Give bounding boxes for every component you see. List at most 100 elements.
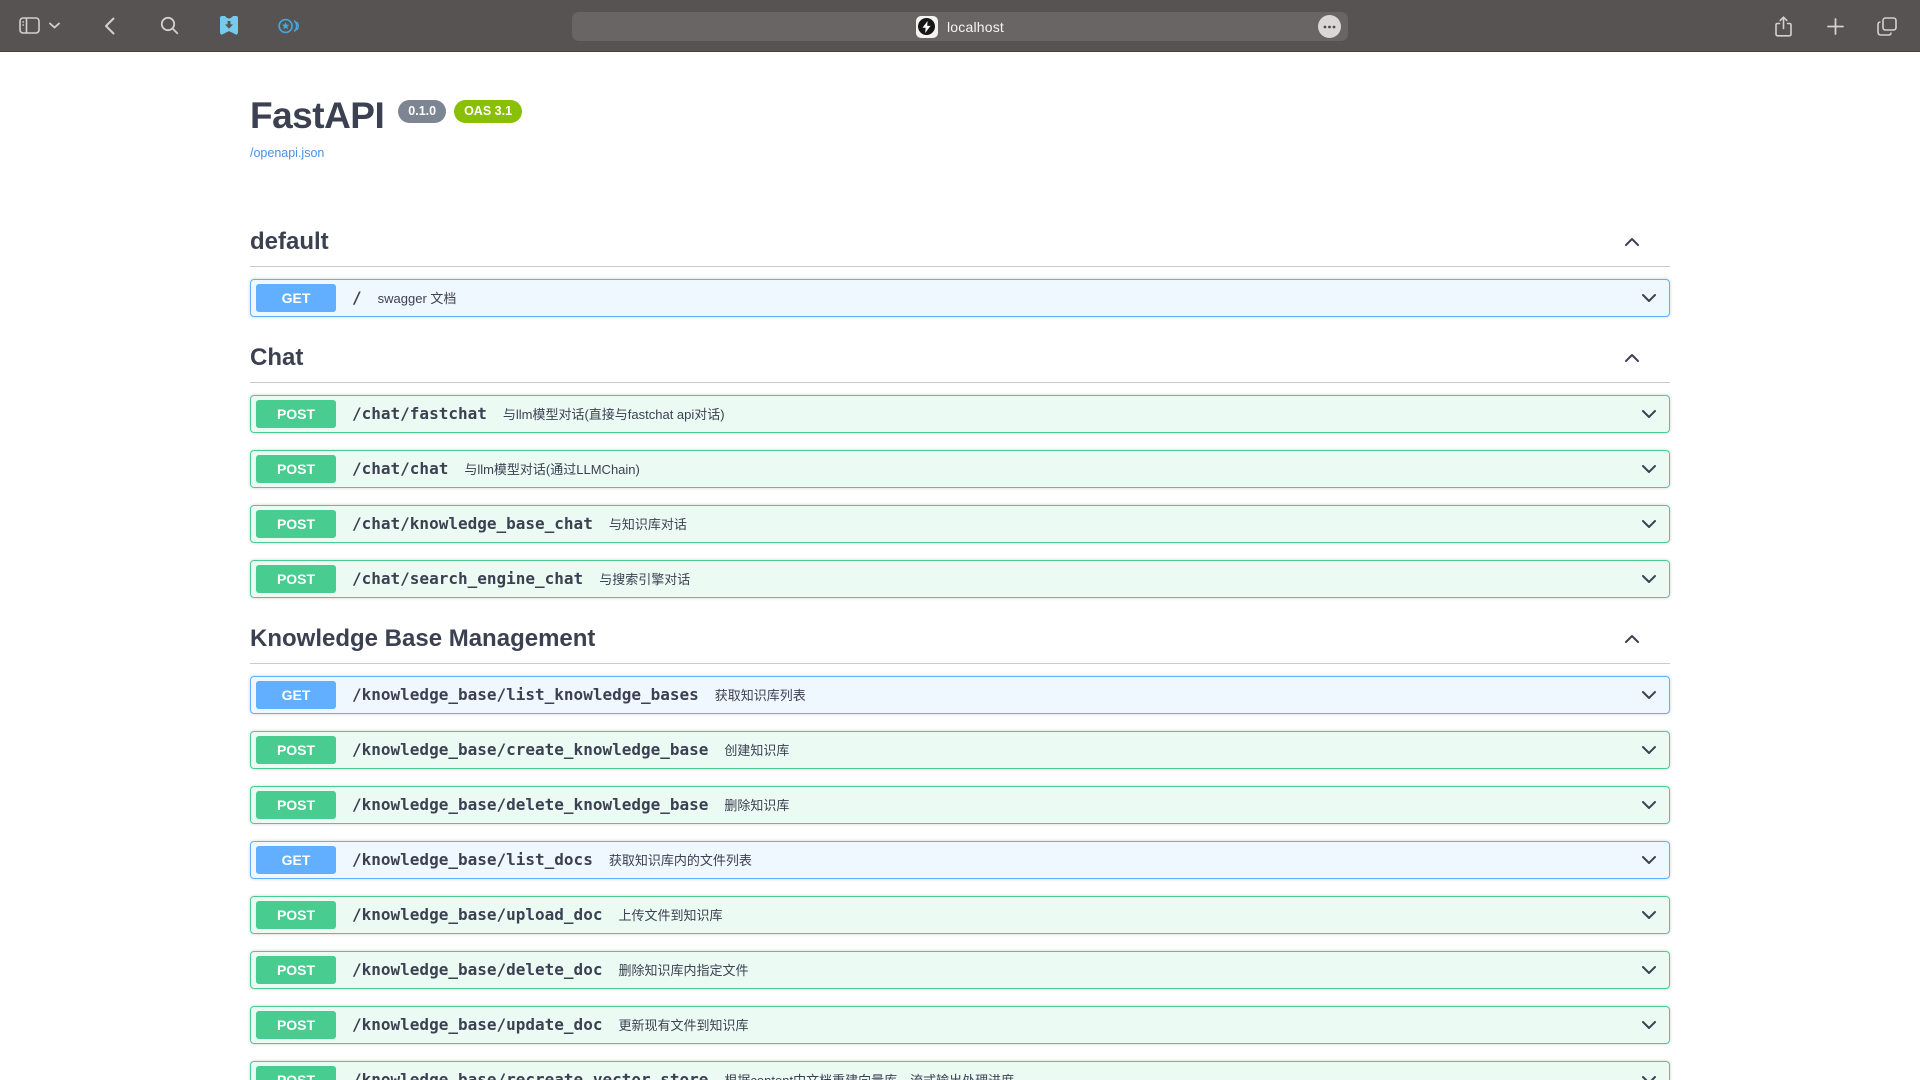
sidebar-toggle-icon[interactable] — [18, 15, 40, 37]
address-bar[interactable]: localhost — [572, 12, 1348, 41]
chevron-down-icon[interactable] — [1638, 684, 1660, 706]
method-badge: POST — [256, 400, 336, 428]
endpoint-path: /knowledge_base/list_docs — [352, 850, 593, 869]
endpoint-path: /chat/chat — [352, 459, 448, 478]
endpoint-description: 与知识库对话 — [609, 514, 687, 533]
method-badge: POST — [256, 736, 336, 764]
method-badge: POST — [256, 1066, 336, 1080]
endpoint-row[interactable]: POST /knowledge_base/upload_doc 上传文件到知识库 — [250, 896, 1670, 934]
endpoint-row[interactable]: POST /chat/search_engine_chat 与搜索引擎对话 — [250, 560, 1670, 598]
openapi-spec-link[interactable]: /openapi.json — [250, 146, 324, 160]
endpoint-path: / — [352, 288, 362, 307]
chevron-down-icon[interactable] — [1638, 849, 1660, 871]
endpoint-list: GET /knowledge_base/list_knowledge_bases… — [250, 664, 1670, 1080]
chevron-down-icon[interactable] — [1638, 904, 1660, 926]
endpoint-row[interactable]: POST /knowledge_base/create_knowledge_ba… — [250, 731, 1670, 769]
method-badge: POST — [256, 956, 336, 984]
tag-section: Knowledge Base Management GET /knowledge… — [250, 615, 1670, 1080]
pinned-bookmark-icon[interactable] — [218, 15, 240, 37]
page-options-icon[interactable] — [1318, 15, 1341, 38]
endpoint-path: /knowledge_base/update_doc — [352, 1015, 602, 1034]
chevron-up-icon[interactable] — [1621, 347, 1643, 369]
method-badge: GET — [256, 284, 336, 312]
endpoint-row[interactable]: POST /knowledge_base/delete_knowledge_ba… — [250, 786, 1670, 824]
endpoint-path: /chat/search_engine_chat — [352, 569, 583, 588]
live-circles-icon[interactable] — [278, 15, 300, 37]
chevron-down-icon[interactable] — [1638, 458, 1660, 480]
endpoint-row[interactable]: POST /knowledge_base/recreate_vector_sto… — [250, 1061, 1670, 1080]
chevron-down-icon[interactable] — [1638, 287, 1660, 309]
chevron-up-icon[interactable] — [1621, 231, 1643, 253]
endpoint-list: GET / swagger 文档 — [250, 267, 1670, 317]
endpoint-path: /knowledge_base/delete_doc — [352, 960, 602, 979]
tag-section-header[interactable]: Knowledge Base Management — [250, 615, 1670, 664]
endpoint-description: swagger 文档 — [378, 288, 457, 307]
method-badge: POST — [256, 510, 336, 538]
endpoint-row[interactable]: POST /chat/knowledge_base_chat 与知识库对话 — [250, 505, 1670, 543]
fastapi-lightning-icon — [918, 18, 935, 35]
browser-toolbar: localhost — [0, 0, 1920, 52]
endpoint-row[interactable]: GET /knowledge_base/list_knowledge_bases… — [250, 676, 1670, 714]
tag-section-header[interactable]: Chat — [250, 334, 1670, 383]
method-badge: POST — [256, 1011, 336, 1039]
endpoint-description: 与llm模型对话(通过LLMChain) — [464, 459, 640, 478]
endpoint-row[interactable]: POST /knowledge_base/delete_doc 删除知识库内指定… — [250, 951, 1670, 989]
method-badge: POST — [256, 901, 336, 929]
back-button-icon[interactable] — [98, 15, 120, 37]
share-icon[interactable] — [1772, 15, 1794, 37]
version-badge: 0.1.0 — [398, 100, 446, 123]
tab-overview-icon[interactable] — [1876, 15, 1898, 37]
endpoint-description: 更新现有文件到知识库 — [618, 1015, 748, 1034]
method-badge: POST — [256, 791, 336, 819]
chevron-down-icon[interactable] — [1638, 794, 1660, 816]
new-tab-icon[interactable] — [1824, 15, 1846, 37]
endpoint-row[interactable]: POST /chat/chat 与llm模型对话(通过LLMChain) — [250, 450, 1670, 488]
chevron-down-icon[interactable] — [1638, 513, 1660, 535]
endpoint-description: 删除知识库内指定文件 — [618, 960, 748, 979]
endpoint-row[interactable]: POST /knowledge_base/update_doc 更新现有文件到知… — [250, 1006, 1670, 1044]
page-title: FastAPI — [250, 96, 384, 137]
chevron-down-icon[interactable] — [1638, 1069, 1660, 1080]
endpoint-path: /chat/knowledge_base_chat — [352, 514, 593, 533]
tag-section: default GET / swagger 文档 — [250, 218, 1670, 317]
tag-section-header[interactable]: default — [250, 218, 1670, 267]
tag-section-title: Knowledge Base Management — [250, 625, 595, 653]
chevron-down-icon[interactable] — [1638, 568, 1660, 590]
endpoint-description: 根据content中文档重建向量库，流式输出处理进度。 — [724, 1070, 1027, 1080]
api-info: FastAPI 0.1.0 OAS 3.1 /openapi.json — [250, 96, 1670, 162]
tag-section-title: Chat — [250, 344, 303, 372]
endpoint-description: 上传文件到知识库 — [618, 905, 722, 924]
site-favicon — [916, 16, 938, 38]
chevron-up-icon[interactable] — [1621, 628, 1643, 650]
endpoint-path: /knowledge_base/delete_knowledge_base — [352, 795, 708, 814]
oas-badge: OAS 3.1 — [454, 100, 522, 123]
endpoint-description: 与llm模型对话(直接与fastchat api对话) — [503, 404, 725, 423]
method-badge: POST — [256, 565, 336, 593]
endpoint-path: /chat/fastchat — [352, 404, 487, 423]
endpoint-description: 获取知识库列表 — [715, 685, 806, 704]
chevron-down-icon[interactable] — [48, 15, 60, 37]
endpoint-description: 获取知识库内的文件列表 — [609, 850, 752, 869]
chevron-down-icon[interactable] — [1638, 959, 1660, 981]
endpoint-path: /knowledge_base/upload_doc — [352, 905, 602, 924]
endpoint-description: 删除知识库 — [724, 795, 789, 814]
endpoint-row[interactable]: POST /chat/fastchat 与llm模型对话(直接与fastchat… — [250, 395, 1670, 433]
endpoint-row[interactable]: GET /knowledge_base/list_docs 获取知识库内的文件列… — [250, 841, 1670, 879]
endpoint-row[interactable]: GET / swagger 文档 — [250, 279, 1670, 317]
endpoint-list: POST /chat/fastchat 与llm模型对话(直接与fastchat… — [250, 383, 1670, 598]
chevron-down-icon[interactable] — [1638, 739, 1660, 761]
method-badge: POST — [256, 455, 336, 483]
chevron-down-icon[interactable] — [1638, 403, 1660, 425]
tag-sections: default GET / swagger 文档 Chat — [250, 218, 1670, 1080]
endpoint-description: 创建知识库 — [724, 740, 789, 759]
chevron-down-icon[interactable] — [1638, 1014, 1660, 1036]
endpoint-description: 与搜索引擎对话 — [599, 569, 690, 588]
tag-section: Chat POST /chat/fastchat 与llm模型对话(直接与fas… — [250, 334, 1670, 598]
page-content: FastAPI 0.1.0 OAS 3.1 /openapi.json defa… — [0, 52, 1920, 1080]
method-badge: GET — [256, 846, 336, 874]
method-badge: GET — [256, 681, 336, 709]
endpoint-path: /knowledge_base/create_knowledge_base — [352, 740, 708, 759]
search-icon[interactable] — [158, 15, 180, 37]
endpoint-path: /knowledge_base/list_knowledge_bases — [352, 685, 699, 704]
endpoint-path: /knowledge_base/recreate_vector_store — [352, 1070, 708, 1080]
